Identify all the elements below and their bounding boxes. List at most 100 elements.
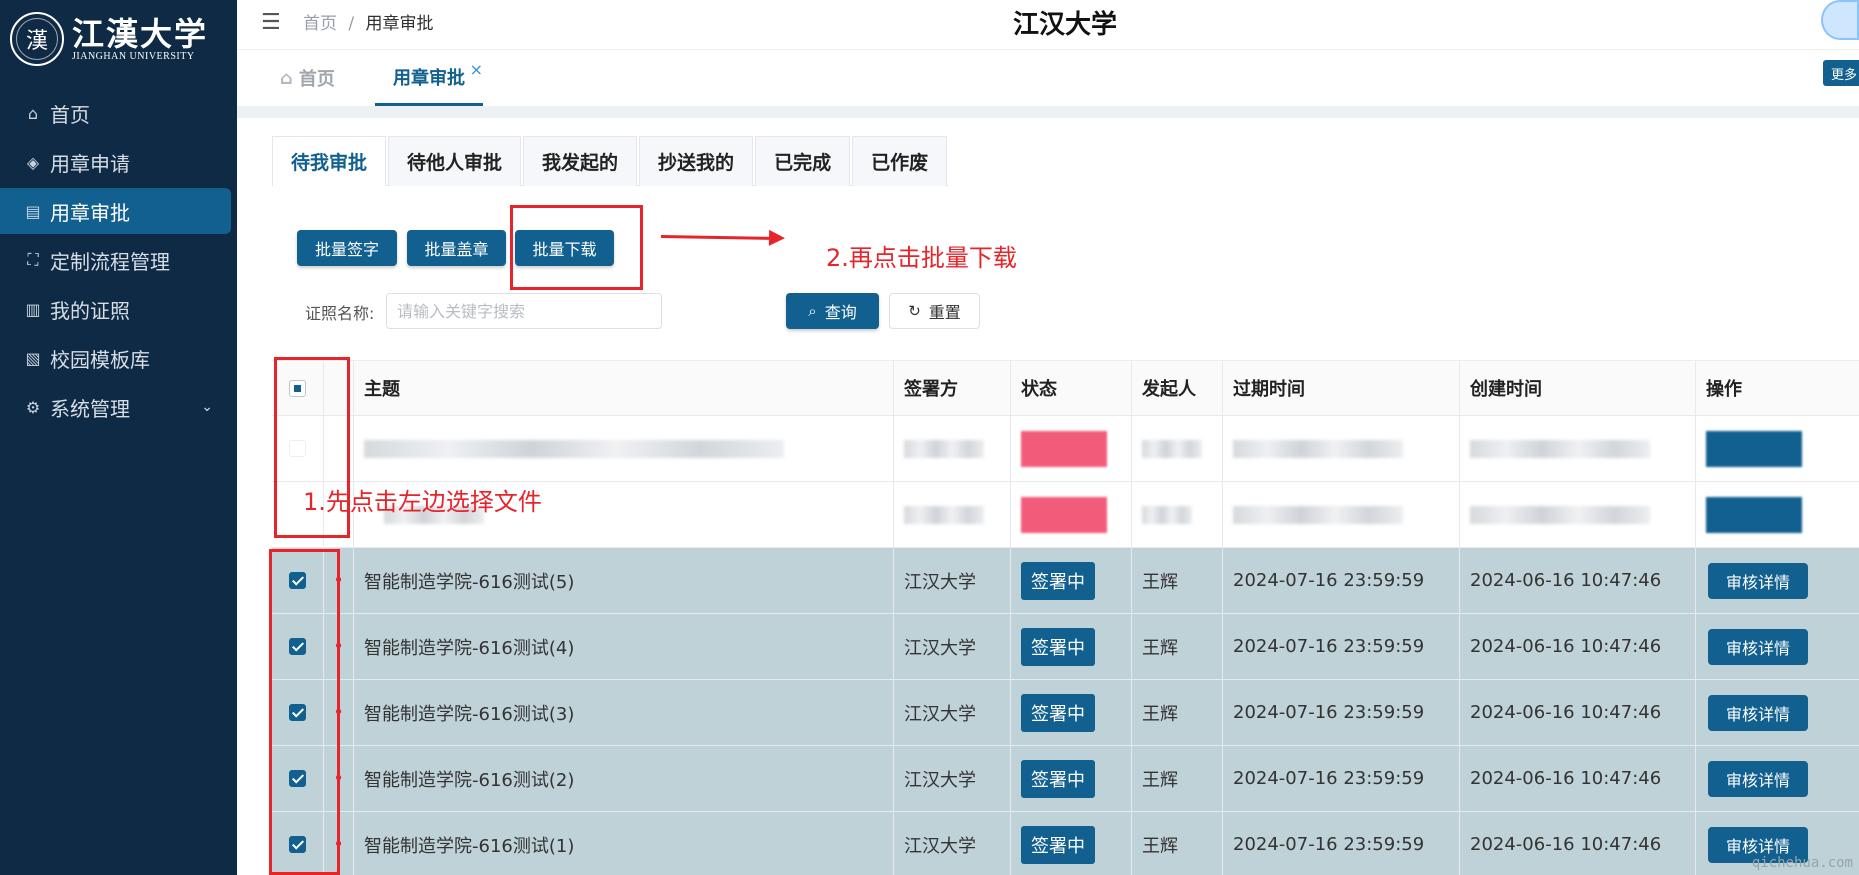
cell-initiator: 王辉 [1132, 614, 1223, 679]
sidebar-item-label: 定制流程管理 [50, 249, 170, 274]
avatar[interactable] [1821, 0, 1859, 40]
cell-initiator: 王辉 [1132, 680, 1223, 745]
status-badge: 签署中 [1021, 627, 1095, 666]
cell-party: 江汉大学 [894, 614, 1011, 679]
cell-subject: 智能制造学院-616测试(1) [354, 812, 894, 875]
redacted-action[interactable] [1706, 430, 1802, 467]
home-icon: ⌂ [280, 67, 293, 89]
sidebar-item-label: 我的证照 [50, 298, 130, 323]
table-row-redacted [272, 416, 1859, 482]
redacted-text [904, 439, 984, 458]
header-status: 状态 [1011, 361, 1132, 415]
review-details-button[interactable]: 审核详情 [1708, 694, 1809, 731]
annotation-step2: 2.再点击批量下载 [826, 244, 1017, 272]
cell-party: 江汉大学 [894, 812, 1011, 875]
top-header: ☰ 首页 / 用章审批 江汉大学 [237, 0, 1859, 50]
redacted-text [1142, 439, 1202, 458]
watermark: qichehua.com [1751, 855, 1853, 871]
redacted-text [1470, 505, 1650, 524]
review-details-button[interactable]: 审核详情 [1708, 760, 1809, 797]
tab-initiated-by-me[interactable]: 我发起的 [523, 136, 638, 186]
sidebar-item-label: 校园模板库 [50, 347, 150, 372]
cell-subject: 智能制造学院-616测试(5) [354, 548, 894, 613]
redacted-text [1470, 439, 1650, 458]
status-badge: 签署中 [1021, 825, 1095, 864]
cell-create-time: 2024-06-16 10:47:46 [1460, 548, 1696, 613]
table-row: • 智能制造学院-616测试(2) 江汉大学 签署中 王辉 2024-07-16… [272, 746, 1859, 812]
approval-table: 主题 签署方 状态 发起人 过期时间 创建时间 操作 • 智能制造学院-616测… [272, 360, 1859, 875]
cell-party: 江汉大学 [894, 680, 1011, 745]
sidebar-menu: ⌂ 首页 ◈ 用章申请 ▤ 用章审批 ⛶ 定制流程管理 ▥ 我的证照 ▧ 校园模… [0, 90, 237, 430]
cell-expire-time: 2024-07-16 23:59:59 [1223, 812, 1460, 875]
sidebar-item-system-management[interactable]: ⚙ 系统管理 ⌄ [0, 384, 231, 430]
tab-completed[interactable]: 已完成 [755, 136, 851, 186]
cell-create-time: 2024-06-16 10:47:46 [1460, 680, 1696, 745]
sidebar: 漢 江漢大学 JIANGHAN UNIVERSITY ⌂ 首页 ◈ 用章申请 ▤… [0, 0, 237, 875]
sidebar-item-flow-management[interactable]: ⛶ 定制流程管理 [0, 237, 231, 283]
cell-subject: 智能制造学院-616测试(4) [354, 614, 894, 679]
status-badge: 签署中 [1021, 759, 1095, 798]
sidebar-item-label: 系统管理 [50, 396, 130, 421]
search-icon: ⌕ [808, 302, 817, 320]
template-icon: ▧ [25, 348, 41, 368]
close-icon[interactable]: × [470, 60, 483, 79]
more-button[interactable]: 更多 [1823, 60, 1859, 86]
tag-label: 首页 [298, 69, 335, 90]
breadcrumb: 首页 / 用章审批 [303, 9, 434, 34]
certificate-icon: ▥ [25, 299, 41, 319]
table-row: • 智能制造学院-616测试(5) 江汉大学 签署中 王辉 2024-07-16… [272, 548, 1859, 614]
document-edit-icon: ▤ [25, 201, 41, 221]
cell-initiator: 王辉 [1132, 812, 1223, 875]
gear-icon: ⚙ [25, 397, 41, 417]
status-badge: 签署中 [1021, 561, 1095, 600]
sidebar-item-home[interactable]: ⌂ 首页 [0, 90, 231, 136]
table-row: • 智能制造学院-616测试(4) 江汉大学 签署中 王辉 2024-07-16… [272, 614, 1859, 680]
header-create-time: 创建时间 [1460, 361, 1696, 415]
tag-seal-approval[interactable]: 用章审批 × [375, 50, 483, 106]
tab-pending-my-approval[interactable]: 待我审批 [272, 136, 387, 186]
search-input[interactable] [386, 293, 662, 329]
tab-pending-others[interactable]: 待他人审批 [388, 136, 522, 186]
sidebar-item-my-certificates[interactable]: ▥ 我的证照 [0, 286, 231, 332]
breadcrumb-current: 用章审批 [365, 14, 434, 34]
batch-sign-button[interactable]: 批量签字 [297, 230, 397, 266]
annotation-step1: 1.先点击左边选择文件 [303, 488, 542, 516]
home-icon: ⌂ [27, 103, 39, 123]
header-actions: 操作 [1706, 379, 1742, 400]
redacted-text [1233, 439, 1403, 458]
table-row: • 智能制造学院-616测试(3) 江汉大学 签署中 王辉 2024-07-16… [272, 680, 1859, 746]
search-label: 证照名称: [305, 304, 375, 323]
university-seal-icon: 漢 [10, 12, 64, 66]
page-title: 江汉大学 [1013, 10, 1118, 40]
cell-expire-time: 2024-07-16 23:59:59 [1223, 680, 1460, 745]
query-button[interactable]: ⌕ 查询 [786, 293, 879, 329]
cell-subject: 智能制造学院-616测试(3) [354, 680, 894, 745]
header-expire-time: 过期时间 [1223, 361, 1460, 415]
breadcrumb-separator: / [348, 14, 355, 34]
sidebar-item-label: 用章申请 [50, 151, 130, 176]
tab-cc-to-me[interactable]: 抄送我的 [639, 136, 754, 186]
sidebar-item-label: 用章审批 [50, 200, 130, 225]
sidebar-item-seal-approval[interactable]: ▤ 用章审批 [0, 188, 231, 234]
redacted-text [904, 505, 984, 524]
tags-view: ⌂ 首页 用章审批 × [237, 50, 1859, 106]
redacted-action[interactable] [1706, 496, 1802, 533]
batch-stamp-button[interactable]: 批量盖章 [407, 230, 506, 266]
university-logo[interactable]: 漢 江漢大学 JIANGHAN UNIVERSITY [0, 0, 237, 78]
redacted-text [1142, 505, 1192, 524]
breadcrumb-home[interactable]: 首页 [303, 14, 337, 34]
cell-initiator: 王辉 [1132, 746, 1223, 811]
sidebar-item-seal-apply[interactable]: ◈ 用章申请 [0, 139, 231, 185]
table-header-row: 主题 签署方 状态 发起人 过期时间 创建时间 操作 [272, 360, 1859, 416]
menu-toggle-icon[interactable]: ☰ [261, 10, 281, 35]
cell-expire-time: 2024-07-16 23:59:59 [1223, 548, 1460, 613]
cell-party: 江汉大学 [894, 548, 1011, 613]
tab-voided[interactable]: 已作废 [852, 136, 948, 186]
redacted-text [364, 439, 784, 458]
tag-home[interactable]: ⌂ 首页 [280, 50, 335, 106]
review-details-button[interactable]: 审核详情 [1708, 628, 1809, 665]
review-details-button[interactable]: 审核详情 [1708, 562, 1809, 599]
reset-button[interactable]: ↻ 重置 [889, 293, 980, 329]
sidebar-item-template-library[interactable]: ▧ 校园模板库 [0, 335, 231, 381]
logo-chinese-name: 江漢大学 [72, 14, 209, 53]
